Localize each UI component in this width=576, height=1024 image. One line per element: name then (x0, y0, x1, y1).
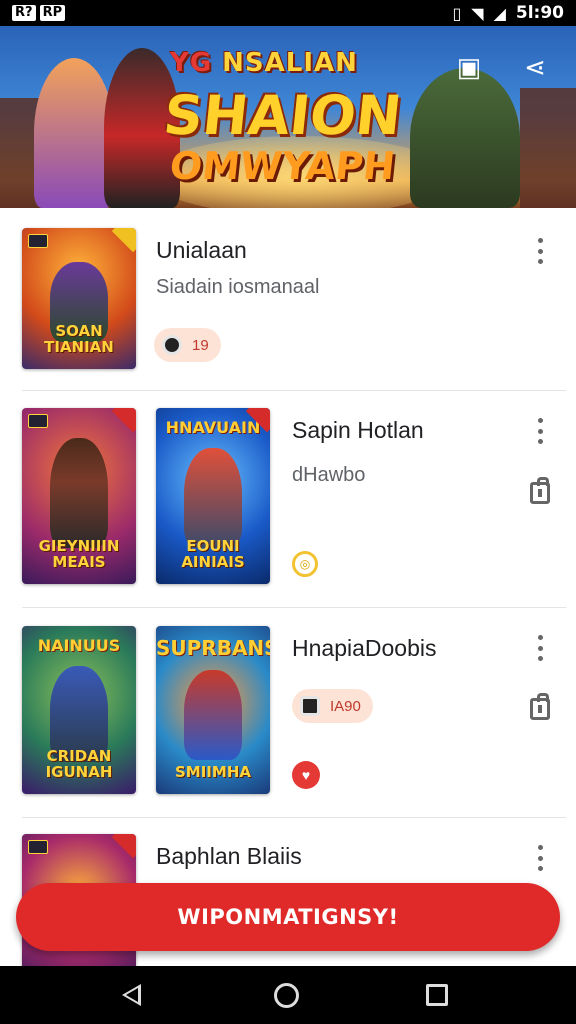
share-icon[interactable]: ⋖ (518, 50, 552, 84)
thumbnail-caption: EOUNI AINIAIS (181, 537, 245, 571)
hero-banner[interactable]: YG NSALIAN SHAION OMWYAPH ▣ ⋖ (0, 26, 576, 208)
app-screen: R? RP ▯ ◥ ◢ 5l:90 YG NSALIAN SHAION OMWYA… (0, 0, 576, 1024)
banner-title-line1: SHAION (160, 84, 405, 147)
more-options-icon[interactable] (530, 843, 550, 873)
thumbnail-caption: CRIDAN IGUNAH (45, 747, 113, 781)
heart-icon: ♥ (292, 761, 320, 789)
primary-action-button[interactable]: WIPONMATIGNSY! (16, 883, 560, 951)
cast-icon[interactable]: ▣ (452, 50, 486, 84)
chip-label: 19 (192, 336, 209, 354)
banner-character-3 (410, 68, 520, 208)
item-title: HnapiaDoobis (292, 635, 437, 661)
banner-building (520, 88, 576, 208)
shopping-bag-icon[interactable] (530, 693, 550, 720)
item-subtitle: dHawbo (292, 464, 366, 486)
rating-chip[interactable]: IA90 (292, 689, 373, 723)
status-bar: R? RP ▯ ◥ ◢ 5l:90 (0, 0, 576, 26)
game-thumbnail[interactable]: NAINUUS CRIDAN IGUNAH (22, 626, 136, 794)
back-icon[interactable] (122, 984, 141, 1006)
item-title: Sapin Hotlan (292, 417, 424, 443)
game-thumbnail[interactable]: SUPRBANS SMIIMHA (156, 626, 270, 794)
coin-icon: ◎ (292, 551, 318, 577)
status-icon-2: RP (39, 5, 66, 21)
chip-label: IA90 (330, 697, 361, 715)
thumbnail-top-text: HNAVUAIN (165, 418, 261, 437)
status-icon-1: R? (12, 5, 36, 21)
banner-character-1 (34, 58, 114, 208)
list-item[interactable]: NAINUUS CRIDAN IGUNAH SUPRBANS SMIIMHA H… (0, 607, 576, 817)
recent-apps-icon[interactable] (426, 984, 448, 1006)
clock: 5l:90 (515, 3, 564, 23)
navigation-bar (0, 966, 576, 1024)
signal-icon: ◢ (493, 3, 506, 23)
more-options-icon[interactable] (530, 633, 550, 663)
wifi-icon: ◥ (471, 3, 484, 23)
item-title: Unialaan (156, 237, 247, 263)
game-thumbnail[interactable]: GIEYNIIIN MEAIS (22, 408, 136, 584)
item-subtitle: Siadain iosmanaal (156, 276, 320, 298)
item-title: Baphlan Blaiis (156, 843, 302, 869)
more-options-icon[interactable] (530, 416, 550, 446)
thumbnail-top-text: NAINUUS (37, 636, 121, 655)
list-item[interactable]: GIEYNIIIN MEAIS HNAVUAIN EOUNI AINIAIS S… (0, 390, 576, 608)
home-icon[interactable] (274, 983, 299, 1008)
chip-icon (300, 696, 320, 716)
thumbnail-caption: SOAN TIANIAN (44, 322, 114, 356)
chip-icon (162, 335, 182, 355)
banner-subtitle: YG NSALIAN (170, 48, 358, 78)
list-item[interactable]: SOAN TIANIAN Unialaan Siadain iosmanaal … (0, 208, 576, 390)
thumbnail-caption: GIEYNIIIN MEAIS (38, 537, 120, 571)
more-options-icon[interactable] (530, 236, 550, 266)
game-thumbnail[interactable]: HNAVUAIN EOUNI AINIAIS (156, 408, 270, 584)
game-thumbnail[interactable]: SOAN TIANIAN (22, 228, 136, 369)
vibrate-icon: ▯ (452, 3, 462, 23)
banner-title-line2: OMWYAPH (167, 144, 398, 188)
thumbnail-caption: SMIIMHA (175, 763, 251, 781)
thumbnail-top-text: SUPRBANS (156, 636, 270, 660)
rating-chip[interactable]: 19 (154, 328, 221, 362)
shopping-bag-icon[interactable] (530, 477, 550, 504)
